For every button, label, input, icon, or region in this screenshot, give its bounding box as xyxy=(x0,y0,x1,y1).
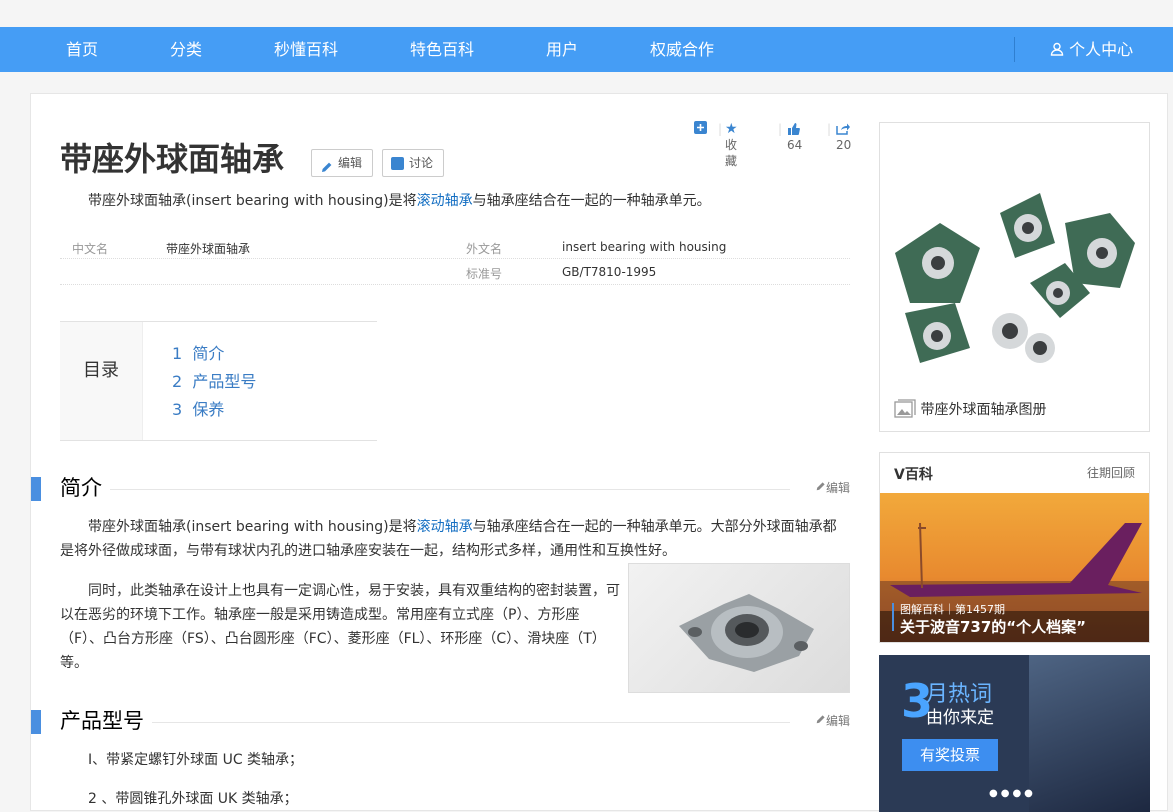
intro-paragraph: 带座外球面轴承(insert bearing with housing)是将滚动… xyxy=(60,515,850,563)
banner-person xyxy=(1029,655,1150,812)
section-edit-button[interactable]: 编辑 xyxy=(815,479,850,496)
fav-label: 收藏 xyxy=(725,138,738,168)
basic-info-key: 中文名 xyxy=(72,242,109,256)
section-bar xyxy=(31,477,41,501)
user-center-label: 个人中心 xyxy=(1069,40,1134,59)
intro-text: 带座外球面轴承(insert bearing with housing)是将 xyxy=(88,519,417,535)
section-title: 产品型号 xyxy=(60,707,152,735)
toc-label: 目录 xyxy=(60,322,143,440)
summary-text: 带座外球面轴承(insert bearing with housing)是将 xyxy=(88,193,417,209)
section-title: 简介 xyxy=(60,474,110,502)
hot-line1: 月热词 xyxy=(926,682,993,707)
content-page: | ★ 收藏 | 64 | 20 带座外球面轴承 编辑 讨论 带座外球面轴承(i… xyxy=(30,93,1168,812)
section-edit-button[interactable]: 编辑 xyxy=(815,712,850,729)
toc-text: 简介 xyxy=(192,344,225,363)
like-count: 64 xyxy=(787,138,803,152)
nav-miaodong[interactable]: 秒懂百科 xyxy=(274,27,338,72)
vbaike-tag: 图解百科｜第1457期 xyxy=(900,603,1005,616)
hot-line2: 由你来定 xyxy=(926,708,994,728)
vbaike-headline[interactable]: 关于波音737的“个人档案” xyxy=(900,616,1086,637)
fav-button[interactable]: ★ 收藏 xyxy=(725,121,738,169)
discuss-button[interactable]: 讨论 xyxy=(382,149,444,177)
model-item: 2 、带圆锥孔外球面 UK 类轴承； xyxy=(88,791,298,807)
share-count: 20 xyxy=(836,138,852,152)
summary-text-end: 与轴承座结合在一起的一种轴承单元。 xyxy=(472,193,711,209)
pencil-icon xyxy=(816,715,825,724)
pencil-icon xyxy=(320,157,333,172)
nav-featured[interactable]: 特色百科 xyxy=(410,27,474,72)
model-item: Ⅰ、带紧定螺钉外球面 UC 类轴承； xyxy=(88,752,304,768)
basic-info-row: 标准号 GB/T7810-1995 xyxy=(60,259,850,285)
album-caption[interactable]: 带座外球面轴承图册 xyxy=(894,399,1046,419)
section-header-intro: 简介 编辑 xyxy=(31,474,850,502)
edit-label: 编辑 xyxy=(338,156,363,170)
gallery-icon xyxy=(894,399,916,418)
user-icon xyxy=(1050,42,1064,56)
nav-users[interactable]: 用户 xyxy=(546,27,578,72)
section-edit-label: 编辑 xyxy=(825,714,850,728)
chat-icon xyxy=(391,157,404,170)
basic-info-value: insert bearing with housing xyxy=(562,240,727,254)
thumbs-up-icon xyxy=(788,123,800,135)
nav-divider xyxy=(1014,37,1015,62)
bearing-image[interactable] xyxy=(628,563,850,693)
vbaike-title: V百科 xyxy=(894,467,933,483)
page-title: 带座外球面轴承 xyxy=(60,140,285,178)
album-caption-text: 带座外球面轴承图册 xyxy=(920,402,1047,418)
add-icon[interactable] xyxy=(694,121,707,138)
vbaike-card: V百科 往期回顾 图解百科｜第1457期 关于波音737的“个人档案” xyxy=(879,452,1150,643)
album-image[interactable] xyxy=(880,153,1149,383)
section-header-models: 产品型号 编辑 xyxy=(31,707,850,735)
edit-button[interactable]: 编辑 xyxy=(311,149,373,177)
intro-paragraph-2: 同时，此类轴承在设计上也具有一定调心性，易于安装，具有双重结构的密封装置，可以在… xyxy=(60,583,620,671)
toc-num: 3 xyxy=(172,400,183,419)
basic-info-key: 外文名 xyxy=(466,242,503,256)
toc-item[interactable]: 2 产品型号 xyxy=(172,368,256,392)
section-edit-label: 编辑 xyxy=(825,481,850,495)
toc-text: 保养 xyxy=(192,400,225,419)
basic-info-value: 带座外球面轴承 xyxy=(166,242,251,256)
share-button[interactable]: 20 xyxy=(836,121,851,153)
link-rolling-bearing[interactable]: 滚动轴承 xyxy=(417,519,473,535)
section-divider xyxy=(101,489,790,490)
nav-category[interactable]: 分类 xyxy=(170,27,202,72)
toc-item[interactable]: 1 简介 xyxy=(172,340,224,364)
vbaike-banner[interactable]: 图解百科｜第1457期 关于波音737的“个人档案” xyxy=(880,493,1149,642)
hot-words-banner[interactable]: 3 月热词 由你来定 有奖投票 ●●●● xyxy=(879,655,1150,812)
banner-accent xyxy=(892,603,894,631)
nav-home[interactable]: 首页 xyxy=(66,27,98,72)
album-card[interactable]: 带座外球面轴承图册 xyxy=(879,122,1150,432)
top-nav: 首页 分类 秒懂百科 特色百科 用户 权威合作 个人中心 xyxy=(0,27,1173,72)
nav-partners[interactable]: 权威合作 xyxy=(650,27,714,72)
lemma-summary: 带座外球面轴承(insert bearing with housing)是将滚动… xyxy=(60,189,850,213)
toc-item[interactable]: 3 保养 xyxy=(172,396,224,420)
carousel-dots[interactable]: ●●●● xyxy=(989,788,1036,799)
section-divider xyxy=(141,722,790,723)
share-icon xyxy=(836,123,850,135)
section-bar xyxy=(31,710,41,734)
toc-text: 产品型号 xyxy=(192,372,257,391)
basic-info-row: 中文名 带座外球面轴承 外文名 insert bearing with hous… xyxy=(60,233,850,259)
star-icon: ★ xyxy=(725,121,738,137)
basic-info-value: GB/T7810-1995 xyxy=(562,265,657,279)
vbaike-more-link[interactable]: 往期回顾 xyxy=(1087,464,1135,481)
like-button[interactable]: 64 xyxy=(787,121,802,153)
pencil-icon xyxy=(816,482,825,491)
table-of-contents: 目录 1 简介 2 产品型号 3 保养 xyxy=(60,321,377,441)
nav-user-center[interactable]: 个人中心 xyxy=(1050,27,1133,72)
link-rolling-bearing[interactable]: 滚动轴承 xyxy=(417,193,473,209)
basic-info-key: 标准号 xyxy=(466,267,503,281)
vote-button[interactable]: 有奖投票 xyxy=(902,739,998,771)
toc-num: 2 xyxy=(172,372,183,391)
toc-num: 1 xyxy=(172,344,183,363)
discuss-label: 讨论 xyxy=(409,156,434,170)
